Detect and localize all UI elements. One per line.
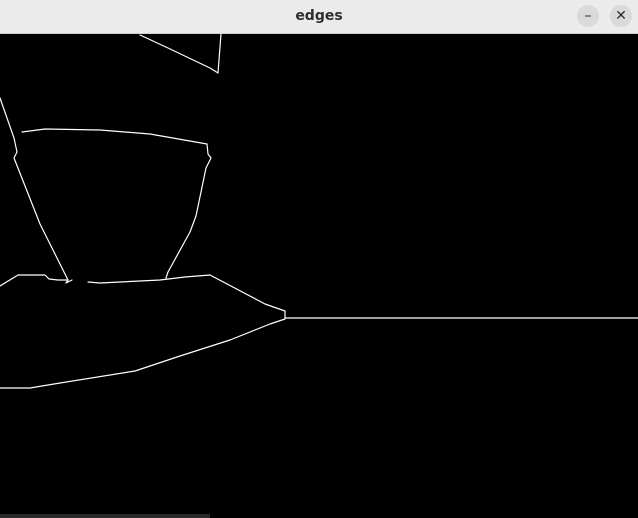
minimize-icon: – [584, 8, 592, 24]
window-title: edges [295, 8, 343, 24]
edge-base-mid [0, 274, 286, 389]
edge-top-shard [139, 34, 222, 74]
title-bar[interactable]: edges – ✕ [0, 0, 638, 34]
close-icon: ✕ [615, 8, 627, 24]
edge-base [0, 274, 73, 287]
app-window: edges – ✕ [0, 0, 638, 518]
bottom-scroll-strip [0, 514, 210, 518]
close-button[interactable]: ✕ [610, 5, 632, 27]
edge-image-canvas [0, 34, 638, 518]
edge-image [0, 34, 638, 389]
minimize-button[interactable]: – [577, 5, 599, 27]
edge-cup-rim [21, 128, 212, 279]
edge-left-upper [0, 97, 69, 281]
